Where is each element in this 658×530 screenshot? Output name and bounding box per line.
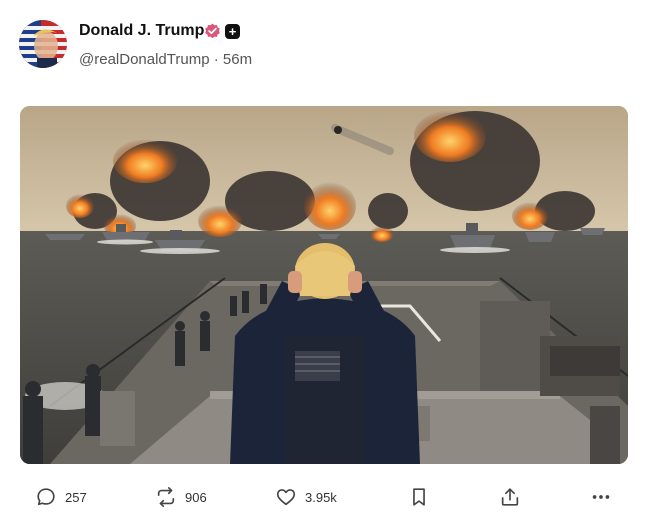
repost-icon [157,487,175,507]
reply-button[interactable]: 257 [35,486,87,508]
like-count: 3.95k [305,489,337,505]
heart-icon [276,489,296,506]
bookmark-button[interactable] [408,486,430,508]
verified-badge-icon [205,23,220,39]
plus-badge-icon: + [225,24,240,39]
bookmark-icon [413,488,425,506]
post-image[interactable] [20,106,628,464]
post-time[interactable]: 56m [223,51,252,68]
like-button[interactable]: 3.95k [275,486,337,508]
post-actions: 257 906 3.95k [0,480,658,520]
author-avatar[interactable] [19,20,67,68]
reply-count: 257 [65,489,87,505]
author-meta: @realDonaldTrump · 56m [79,51,252,68]
post-card: Donald J. Trump + @realDonaldTrump · 56m [0,0,658,530]
repost-button[interactable]: 906 [155,486,207,508]
author-handle[interactable]: @realDonaldTrump [79,51,210,68]
repost-count: 906 [185,489,207,505]
more-button[interactable] [590,486,612,508]
share-button[interactable] [499,486,521,508]
meta-separator: · [213,51,219,68]
comment-icon [37,488,55,506]
author-name[interactable]: Donald J. Trump [79,22,204,40]
more-icon [592,495,610,499]
share-icon [501,488,519,506]
